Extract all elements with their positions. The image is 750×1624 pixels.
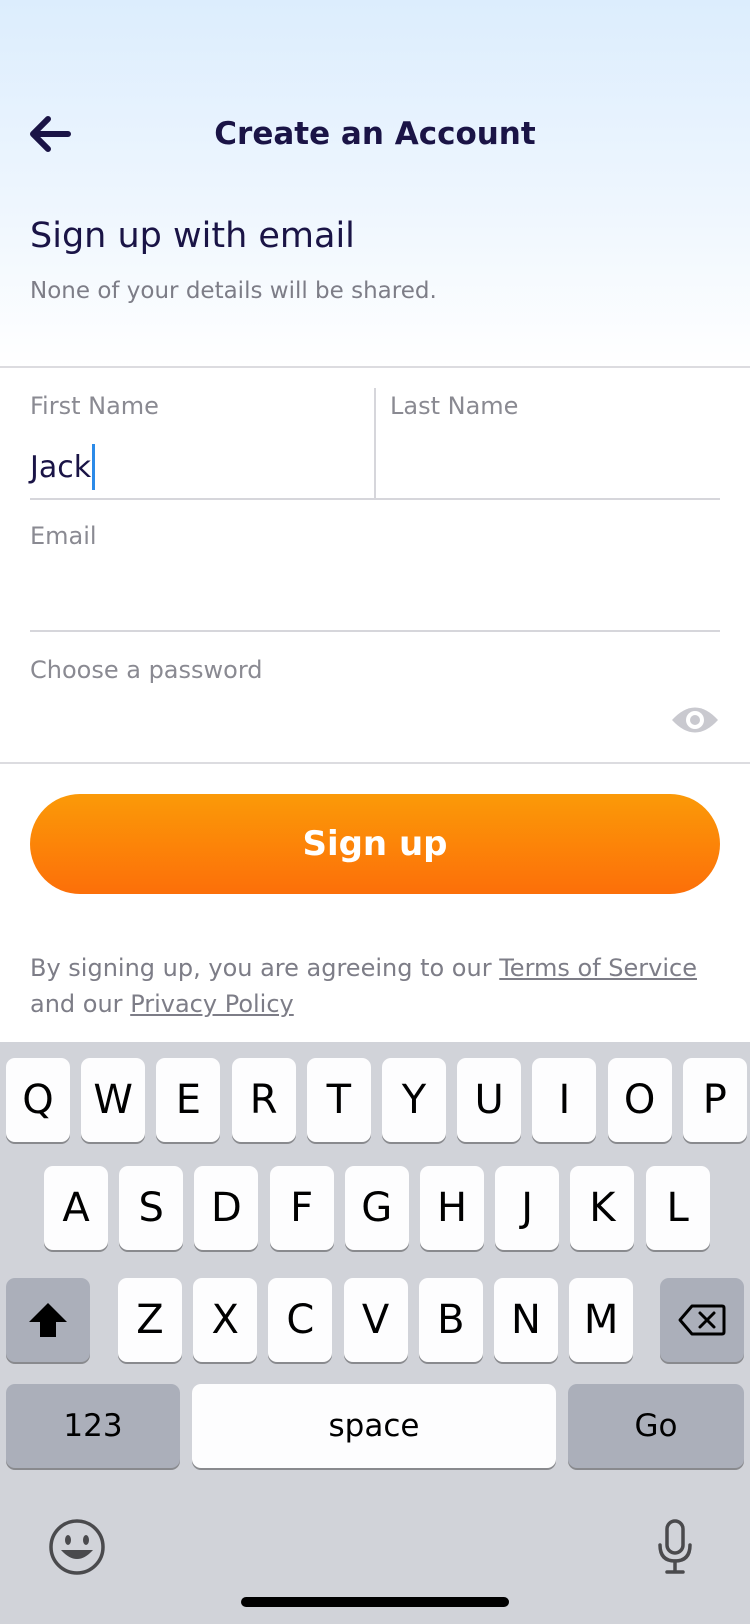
- key-t[interactable]: T: [306, 1058, 371, 1142]
- key-e[interactable]: E: [156, 1058, 221, 1142]
- password-field[interactable]: Choose a password: [30, 640, 660, 762]
- legal-text: By signing up, you are agreeing to our T…: [30, 950, 730, 1022]
- key-p[interactable]: P: [682, 1058, 747, 1142]
- signup-button[interactable]: Sign up: [30, 794, 720, 894]
- key-f[interactable]: F: [269, 1166, 334, 1250]
- key-j[interactable]: J: [495, 1166, 560, 1250]
- section-title: Sign up with email: [30, 216, 355, 256]
- key-u[interactable]: U: [457, 1058, 522, 1142]
- key-x[interactable]: X: [193, 1278, 258, 1362]
- key-h[interactable]: H: [420, 1166, 484, 1250]
- privacy-link[interactable]: Privacy Policy: [130, 990, 294, 1018]
- header-bar: Create an Account: [0, 100, 750, 172]
- space-key[interactable]: space: [192, 1384, 556, 1468]
- key-m[interactable]: M: [569, 1278, 634, 1362]
- key-c[interactable]: C: [268, 1278, 333, 1362]
- form-top-divider: [0, 366, 750, 368]
- key-b[interactable]: B: [418, 1278, 483, 1362]
- text-caret: [92, 444, 96, 490]
- key-o[interactable]: O: [607, 1058, 672, 1142]
- backspace-key[interactable]: [660, 1278, 744, 1362]
- email-label: Email: [30, 522, 97, 550]
- numbers-key[interactable]: 123: [6, 1384, 180, 1468]
- emoji-button[interactable]: [46, 1516, 108, 1578]
- field-separator: [374, 388, 376, 498]
- dictation-button[interactable]: [652, 1516, 698, 1578]
- home-indicator: [241, 1597, 509, 1607]
- key-n[interactable]: N: [494, 1278, 558, 1362]
- email-field[interactable]: Email: [30, 508, 720, 630]
- form-bottom-divider: [0, 762, 750, 764]
- key-v[interactable]: V: [343, 1278, 408, 1362]
- password-label: Choose a password: [30, 656, 263, 684]
- key-w[interactable]: W: [81, 1058, 146, 1142]
- shift-icon: [29, 1303, 67, 1337]
- first-name-input[interactable]: Jack: [30, 442, 96, 492]
- section-subtitle: None of your details will be shared.: [30, 278, 437, 304]
- page-title: Create an Account: [214, 116, 536, 152]
- go-key[interactable]: Go: [568, 1384, 744, 1468]
- key-z[interactable]: Z: [118, 1278, 182, 1362]
- key-l[interactable]: L: [645, 1166, 710, 1250]
- last-name-label: Last Name: [390, 392, 519, 420]
- key-y[interactable]: Y: [382, 1058, 446, 1142]
- microphone-icon: [658, 1519, 692, 1574]
- header-background: [0, 0, 750, 368]
- first-name-label: First Name: [30, 392, 159, 420]
- key-r[interactable]: R: [231, 1058, 296, 1142]
- email-underline: [30, 630, 720, 632]
- key-d[interactable]: D: [194, 1166, 259, 1250]
- toggle-password-visibility[interactable]: [668, 698, 722, 742]
- legal-prefix: By signing up, you are agreeing to our: [30, 954, 492, 982]
- emoji-icon: [49, 1519, 105, 1575]
- key-q[interactable]: Q: [6, 1058, 70, 1142]
- key-i[interactable]: I: [532, 1058, 597, 1142]
- first-name-value: Jack: [30, 449, 92, 485]
- terms-link[interactable]: Terms of Service: [499, 954, 697, 982]
- keyboard: 123 space Go QWERTYUIOP ASDFGHJKL ZXCVBNM: [0, 1042, 750, 1624]
- key-g[interactable]: G: [344, 1166, 409, 1250]
- eye-icon: [672, 707, 718, 733]
- name-underline: [30, 498, 720, 500]
- last-name-field[interactable]: Last Name: [390, 376, 720, 498]
- shift-key[interactable]: [6, 1278, 90, 1362]
- key-k[interactable]: K: [570, 1166, 635, 1250]
- backspace-icon: [678, 1304, 726, 1336]
- legal-middle: and our: [30, 990, 123, 1018]
- first-name-field[interactable]: First Name Jack: [30, 376, 374, 498]
- key-s[interactable]: S: [119, 1166, 184, 1250]
- key-a[interactable]: A: [44, 1166, 108, 1250]
